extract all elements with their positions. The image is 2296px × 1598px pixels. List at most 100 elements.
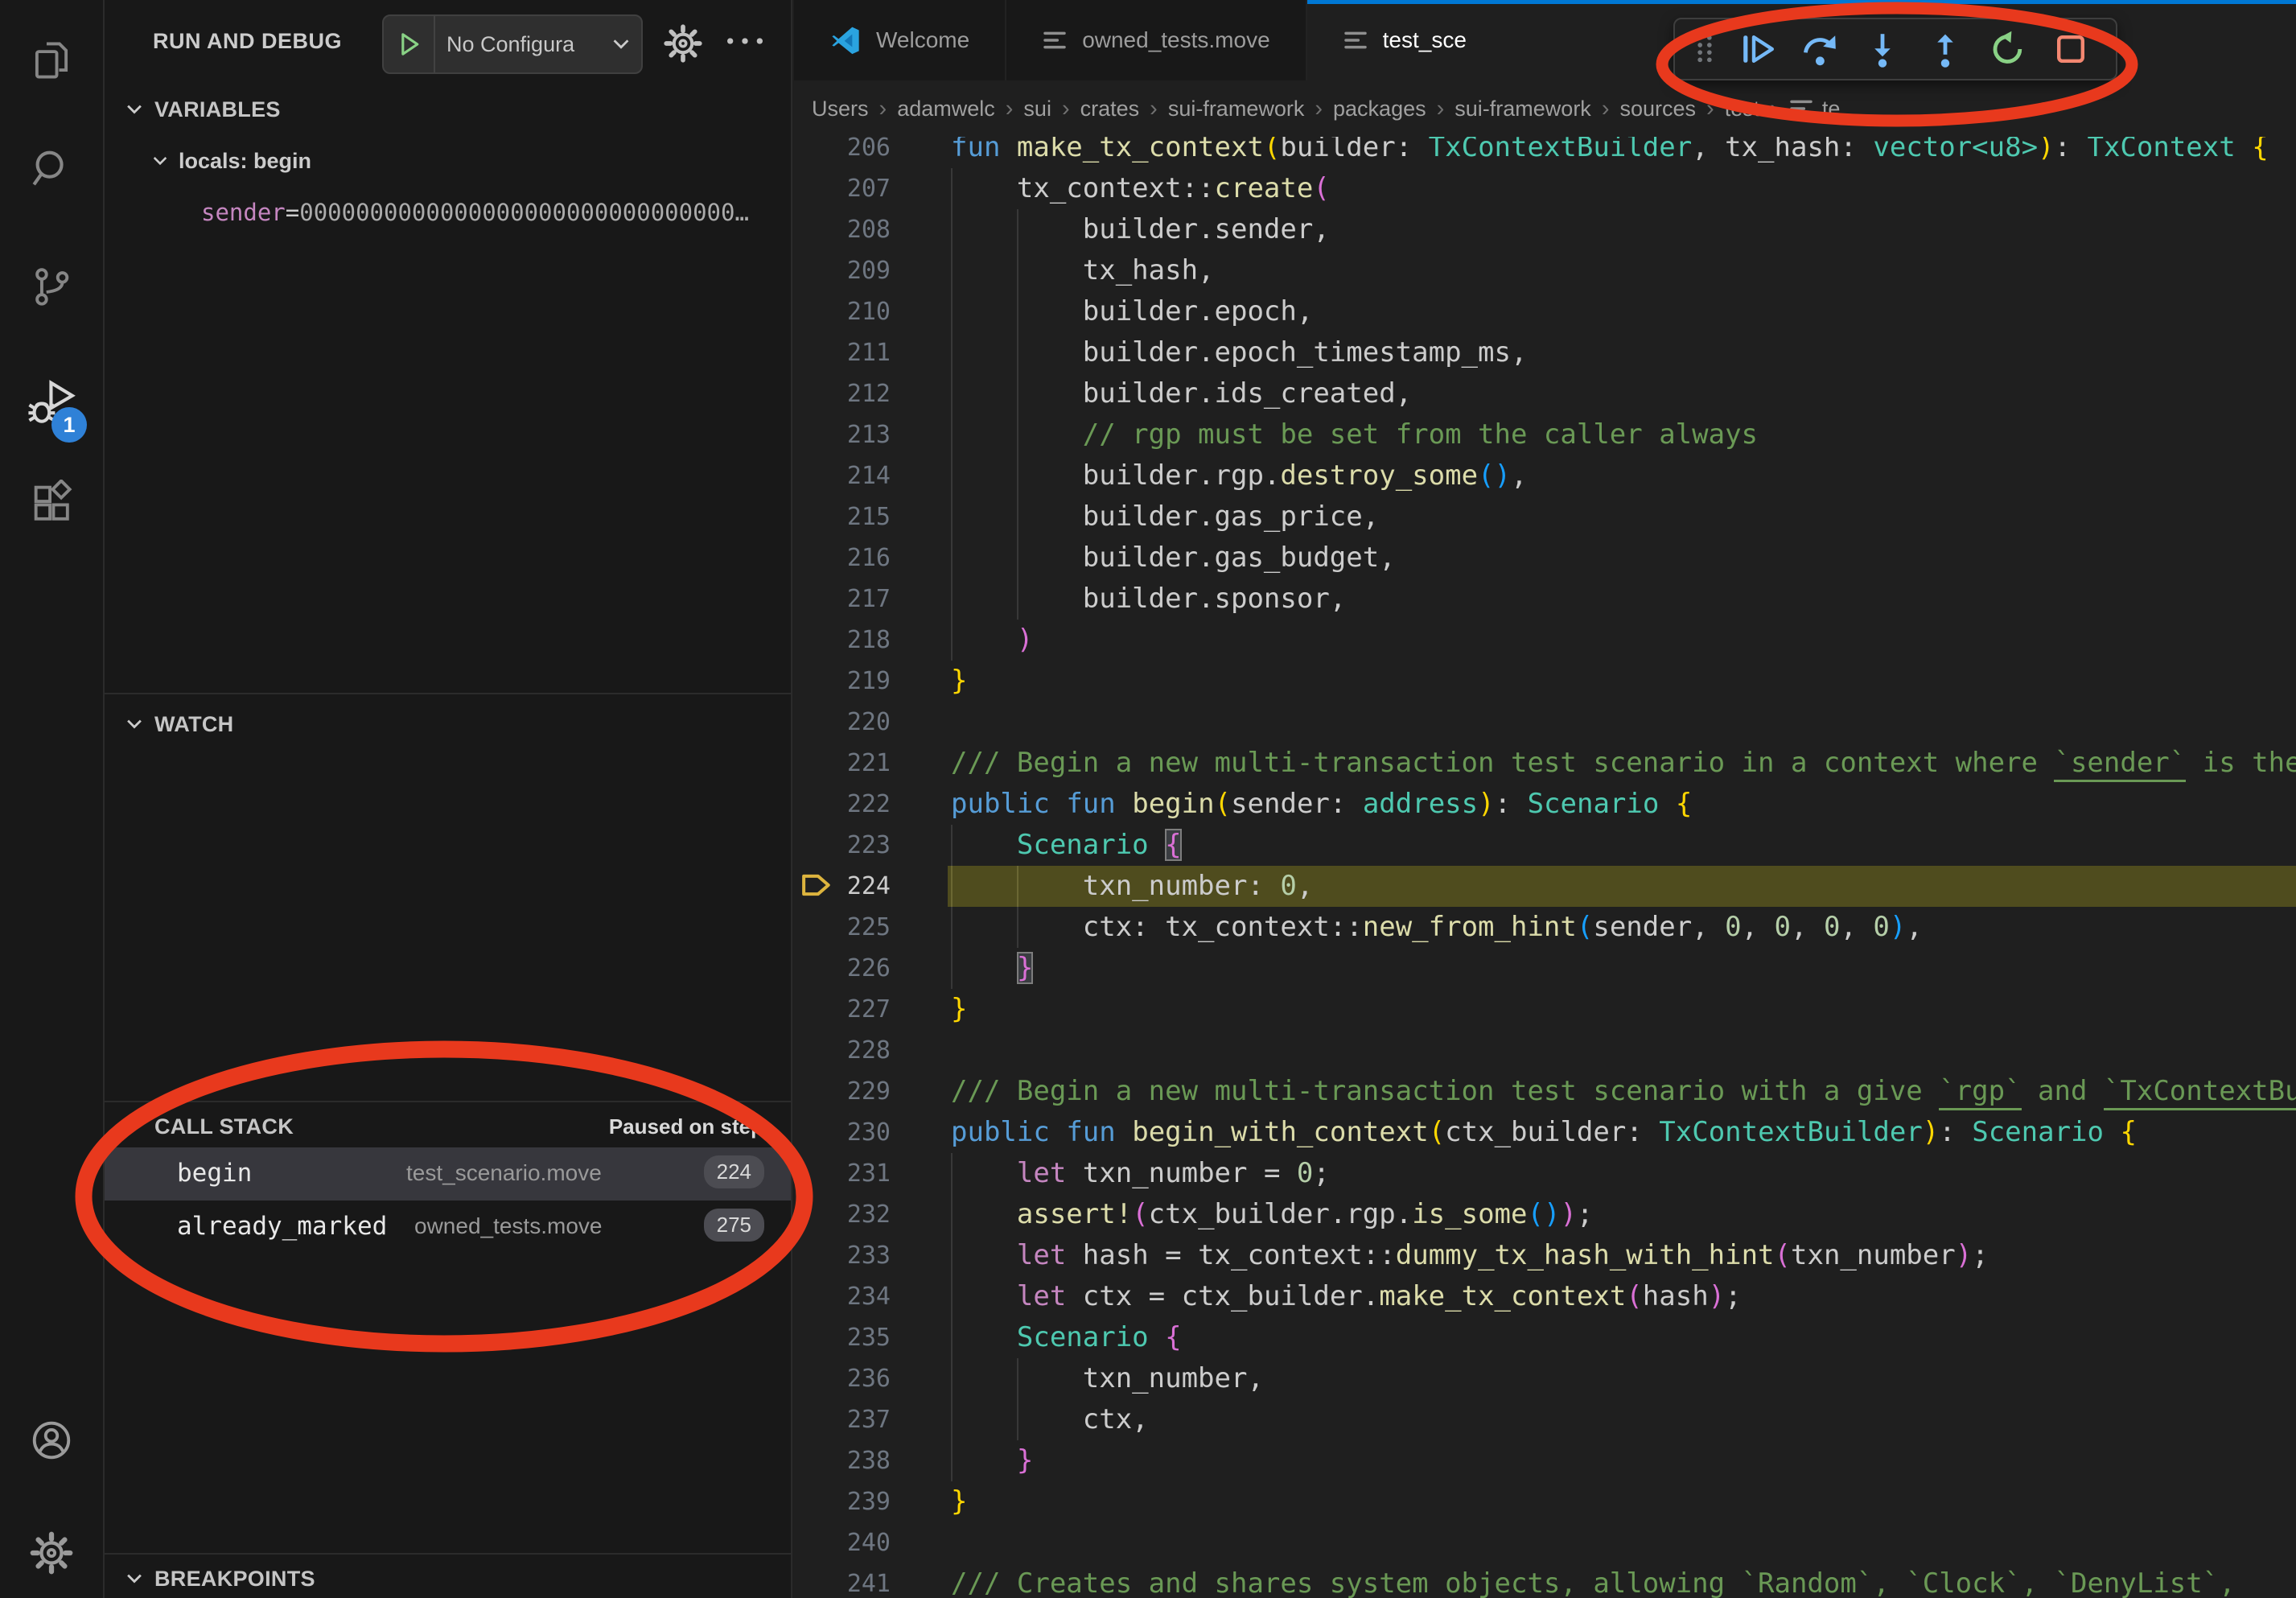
code-line[interactable]: 216 builder.gas_budget, bbox=[794, 537, 2296, 579]
line-number[interactable]: 225 bbox=[794, 907, 891, 948]
line-number[interactable]: 215 bbox=[794, 496, 891, 537]
tab-welcome[interactable]: Welcome bbox=[794, 0, 1006, 80]
activity-item-accounts[interactable] bbox=[0, 1395, 103, 1485]
line-number[interactable]: 234 bbox=[794, 1276, 891, 1317]
code-line[interactable]: 226 } bbox=[794, 948, 2296, 989]
code-line[interactable]: 227} bbox=[794, 989, 2296, 1030]
line-number[interactable]: 218 bbox=[794, 620, 891, 661]
code-line[interactable]: 235 Scenario { bbox=[794, 1317, 2296, 1358]
sidebar-more-actions-button[interactable] bbox=[725, 32, 765, 54]
restart-button[interactable] bbox=[1979, 23, 2037, 76]
code-line[interactable]: 230public fun begin_with_context(ctx_bui… bbox=[794, 1112, 2296, 1153]
step-over-button[interactable] bbox=[1791, 23, 1849, 76]
code-line[interactable]: 212 builder.ids_created, bbox=[794, 373, 2296, 414]
code-line[interactable]: 222public fun begin(sender: address): Sc… bbox=[794, 784, 2296, 825]
breadcrumb-item[interactable]: Users bbox=[812, 97, 869, 121]
line-number[interactable]: 206 bbox=[794, 137, 891, 168]
breadcrumb-item[interactable]: crates bbox=[1080, 97, 1140, 121]
line-number[interactable]: 228 bbox=[794, 1030, 891, 1071]
call-stack-frame[interactable]: begintest_scenario.move224 bbox=[105, 1147, 791, 1201]
code-line[interactable]: 229/// Begin a new multi-transaction tes… bbox=[794, 1071, 2296, 1112]
code-line[interactable]: 241/// Creates and shares system objects… bbox=[794, 1563, 2296, 1598]
line-number[interactable]: 214 bbox=[794, 455, 891, 496]
line-number[interactable]: 217 bbox=[794, 579, 891, 620]
line-number[interactable]: 233 bbox=[794, 1235, 891, 1276]
sidebar-gear-button[interactable] bbox=[662, 23, 704, 68]
line-number[interactable]: 221 bbox=[794, 743, 891, 784]
drag-handle[interactable] bbox=[1686, 23, 1723, 76]
line-number[interactable]: 208 bbox=[794, 209, 891, 250]
line-number[interactable]: 219 bbox=[794, 661, 891, 702]
code-line[interactable]: 232 assert!(ctx_builder.rgp.is_some()); bbox=[794, 1194, 2296, 1235]
breadcrumb-item[interactable]: sui-framework bbox=[1455, 97, 1591, 121]
start-debug-button[interactable] bbox=[384, 16, 435, 72]
line-number[interactable]: 209 bbox=[794, 250, 891, 291]
line-number[interactable]: 232 bbox=[794, 1194, 891, 1235]
breadcrumb-item[interactable]: sui bbox=[1023, 97, 1051, 121]
code-line[interactable]: 207 tx_context::create( bbox=[794, 168, 2296, 209]
code-line[interactable]: 217 builder.sponsor, bbox=[794, 579, 2296, 620]
line-number[interactable]: 235 bbox=[794, 1317, 891, 1358]
line-number[interactable]: 223 bbox=[794, 825, 891, 866]
line-number[interactable]: 238 bbox=[794, 1440, 891, 1481]
activity-item-source-control[interactable] bbox=[0, 241, 103, 332]
line-number[interactable]: 212 bbox=[794, 373, 891, 414]
activity-item-run-and-debug[interactable]: 1 bbox=[0, 357, 103, 447]
line-number[interactable]: 236 bbox=[794, 1358, 891, 1399]
line-number[interactable]: 230 bbox=[794, 1112, 891, 1153]
step-out-button[interactable] bbox=[1916, 23, 1974, 76]
code-line[interactable]: 236 txn_number, bbox=[794, 1358, 2296, 1399]
section-call-stack[interactable]: CALL STACK Paused on step bbox=[105, 1107, 791, 1146]
line-number[interactable]: 211 bbox=[794, 332, 891, 373]
breadcrumb-item[interactable]: packages bbox=[1333, 97, 1426, 121]
breadcrumb-item[interactable]: sources bbox=[1619, 97, 1696, 121]
section-breakpoints[interactable]: BREAKPOINTS bbox=[105, 1559, 791, 1598]
activity-item-search[interactable] bbox=[0, 124, 103, 214]
code-line[interactable]: 233 let hash = tx_context::dummy_tx_hash… bbox=[794, 1235, 2296, 1276]
code-line[interactable]: 208 builder.sender, bbox=[794, 209, 2296, 250]
line-number[interactable]: 239 bbox=[794, 1481, 891, 1522]
line-number[interactable]: 213 bbox=[794, 414, 891, 455]
step-into-button[interactable] bbox=[1854, 23, 1911, 76]
line-number[interactable]: 241 bbox=[794, 1563, 891, 1598]
code-line[interactable]: 215 builder.gas_price, bbox=[794, 496, 2296, 537]
code-line[interactable]: 219} bbox=[794, 661, 2296, 702]
breadcrumb-file[interactable]: te bbox=[1788, 96, 1841, 121]
line-number[interactable]: 222 bbox=[794, 784, 891, 825]
continue-button[interactable] bbox=[1728, 23, 1786, 76]
code-line[interactable]: 210 builder.epoch, bbox=[794, 291, 2296, 332]
code-line[interactable]: 213 // rgp must be set from the caller a… bbox=[794, 414, 2296, 455]
stop-button[interactable] bbox=[2042, 23, 2100, 76]
code-line[interactable]: 239} bbox=[794, 1481, 2296, 1522]
activity-item-settings[interactable] bbox=[0, 1508, 103, 1598]
code-line[interactable]: 234 let ctx = ctx_builder.make_tx_contex… bbox=[794, 1276, 2296, 1317]
tab-owned-tests-move[interactable]: owned_tests.move bbox=[1006, 0, 1306, 80]
code-line[interactable]: 220 bbox=[794, 702, 2296, 743]
code-line[interactable]: 240 bbox=[794, 1522, 2296, 1563]
code-editor[interactable]: 206fun make_tx_context(builder: TxContex… bbox=[794, 137, 2296, 1598]
line-number[interactable]: 237 bbox=[794, 1399, 891, 1440]
line-number[interactable]: 210 bbox=[794, 291, 891, 332]
code-line[interactable]: 238 } bbox=[794, 1440, 2296, 1481]
debug-config-dropdown[interactable]: No Configura bbox=[382, 14, 643, 74]
code-line[interactable]: 209 tx_hash, bbox=[794, 250, 2296, 291]
code-line[interactable]: 225 ctx: tx_context::new_from_hint(sende… bbox=[794, 907, 2296, 948]
line-number[interactable]: 224 bbox=[794, 866, 891, 907]
code-line[interactable]: 237 ctx, bbox=[794, 1399, 2296, 1440]
activity-item-explorer[interactable] bbox=[0, 15, 103, 105]
variable-row[interactable]: sender = 0000000000000000000000000000000… bbox=[105, 192, 791, 233]
section-variables[interactable]: VARIABLES bbox=[105, 90, 791, 129]
line-number[interactable]: 216 bbox=[794, 537, 891, 579]
code-line[interactable]: 223 Scenario { bbox=[794, 825, 2296, 866]
code-line[interactable]: 218 ) bbox=[794, 620, 2296, 661]
call-stack-frame[interactable]: already_markedowned_tests.move275 bbox=[105, 1201, 791, 1254]
variables-scope-row[interactable]: locals: begin bbox=[105, 140, 791, 182]
code-line[interactable]: 228 bbox=[794, 1030, 2296, 1071]
code-line[interactable]: 206fun make_tx_context(builder: TxContex… bbox=[794, 137, 2296, 168]
section-watch[interactable]: WATCH bbox=[105, 705, 791, 743]
breadcrumb-item[interactable]: test bbox=[1725, 97, 1760, 121]
code-line[interactable]: 211 builder.epoch_timestamp_ms, bbox=[794, 332, 2296, 373]
line-number[interactable]: 207 bbox=[794, 168, 891, 209]
line-number[interactable]: 226 bbox=[794, 948, 891, 989]
line-number[interactable]: 231 bbox=[794, 1153, 891, 1194]
